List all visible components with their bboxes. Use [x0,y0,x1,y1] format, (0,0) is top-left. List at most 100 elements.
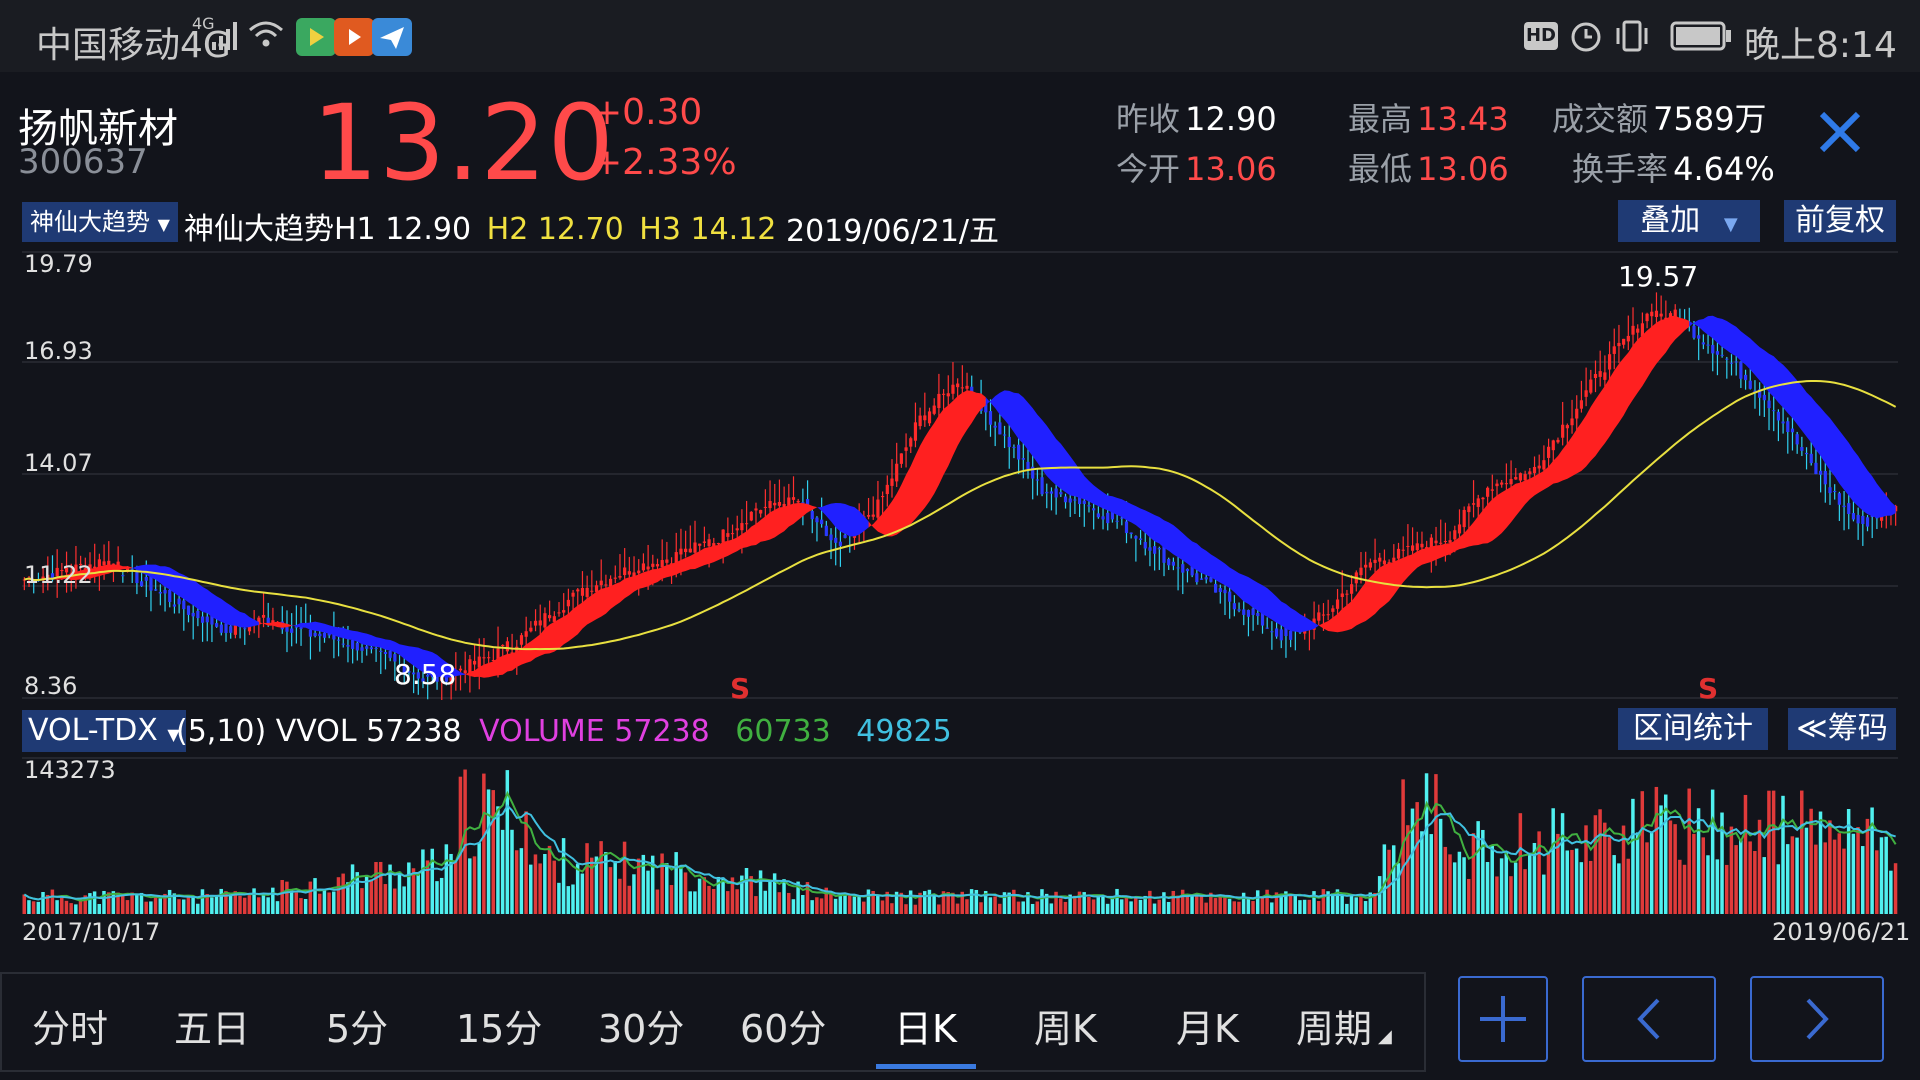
candle-body [1457,524,1462,534]
kline-chart[interactable]: 19.79 16.93 14.07 11.22 8.36 19.57 8.58 … [22,250,1898,700]
volume-bar [782,879,786,914]
candle-body [1045,491,1049,494]
volume-bar [632,874,636,914]
volume-bar [1129,901,1133,914]
candle-body [552,616,556,622]
chevron-down-icon: ▼ [157,215,170,234]
candle-body [1739,361,1743,379]
tab-30min[interactable]: 30分 [598,998,684,1053]
volume-bar [120,895,125,914]
candle-body [538,620,542,626]
candle-body [1711,344,1715,354]
candle-body [1073,499,1077,501]
volume-indicator-selector[interactable]: VOL-TDX ▼ [22,710,186,752]
tab-weekly-k[interactable]: 周K [1034,998,1097,1053]
volume-bar [36,901,41,914]
volume-bar [1270,902,1274,914]
x-start-date: 2017/10/17 [22,918,161,946]
candle-body [1350,584,1354,594]
candle-body [909,438,913,447]
scroll-left-button[interactable] [1582,976,1716,1062]
volume-bar [1523,869,1527,914]
volume-bar [1152,903,1157,914]
overlay-button[interactable]: 叠加 ▼ [1618,200,1760,242]
candle-body [1776,411,1781,421]
h1-label: 神仙大趋势H1 [184,212,376,247]
candle-body [693,542,697,553]
volume-bar [1490,845,1494,914]
tab-period[interactable]: 周期 ◢ [1296,998,1392,1053]
trend-band-up [24,315,1690,678]
candle-body [716,543,721,545]
volume-bar [819,898,824,914]
video-app-icon [334,18,374,56]
volume-bar [763,890,768,914]
candle-body [566,599,570,607]
candle-body [1129,532,1133,534]
volume-bar [1241,892,1246,914]
indicator-selector[interactable]: 神仙大趋势 ▼ [22,202,178,242]
candle-body [623,567,627,576]
volume-bar [1471,833,1476,914]
volume-bar [247,895,252,914]
tab-monthly-k[interactable]: 月K [1176,998,1239,1053]
zoom-in-button[interactable] [1458,976,1548,1062]
triangle-icon: ◢ [1378,1026,1392,1047]
candle-body [1561,424,1565,438]
volume-bar [1654,786,1659,914]
candle-body [458,668,463,671]
volume-bar [1542,874,1546,914]
volume-bar [1345,903,1349,914]
tab-five-day[interactable]: 五日 [174,998,250,1053]
candle-body [1462,509,1466,528]
scroll-right-button[interactable] [1750,976,1884,1062]
price-adjust-button[interactable]: 前复权 [1784,200,1896,242]
volume-bar [1570,849,1574,914]
tab-5min[interactable]: 5分 [326,998,388,1053]
candle-body [1795,434,1799,445]
volume-bar [801,895,805,914]
candle-body [1153,546,1157,554]
candle-body [313,632,317,637]
volume-bar [866,889,871,914]
tab-60min[interactable]: 60分 [740,998,826,1053]
candle-body [627,571,631,575]
candle-body [468,659,472,673]
candle-body [1575,408,1579,419]
y-tick-label: 11.22 [24,561,93,589]
volume-bar [167,889,172,914]
current-price: 13.20 [312,82,615,204]
volume-bar [1832,839,1837,914]
tab-intraday[interactable]: 分时 [32,998,108,1053]
tab-15min[interactable]: 15分 [456,998,542,1053]
app-notification-icon [296,18,336,56]
candle-body [1500,482,1504,485]
volume-bar [655,889,660,914]
volume-bar [908,890,913,914]
candle-body [698,543,702,546]
candle-body [121,575,125,577]
candle-body [154,589,158,591]
tab-daily-k[interactable]: 日K [894,998,957,1053]
candle-body [543,613,547,628]
volume-bar [1457,851,1462,914]
volume-bar [890,903,894,914]
candle-body [1185,568,1190,572]
chips-button[interactable]: ≪筹码 [1788,708,1896,750]
candle-body [1603,372,1607,380]
close-icon[interactable] [1818,110,1862,154]
volume-bar [660,853,664,914]
volume-bar [1180,889,1185,914]
range-stats-button[interactable]: 区间统计 [1618,708,1768,750]
volume-bar [1800,790,1804,914]
volume-bar [322,889,327,914]
prev-close: 昨收 12.90 [1116,94,1277,140]
volume-chart[interactable]: 143273 [22,756,1898,916]
candle-body [1204,577,1208,580]
candle-body [557,612,561,614]
candle-body [1396,548,1401,559]
volume-bar [285,881,289,914]
volume-bar [1795,837,1799,914]
volume-bar [1884,836,1888,914]
volume-bar [74,904,78,914]
